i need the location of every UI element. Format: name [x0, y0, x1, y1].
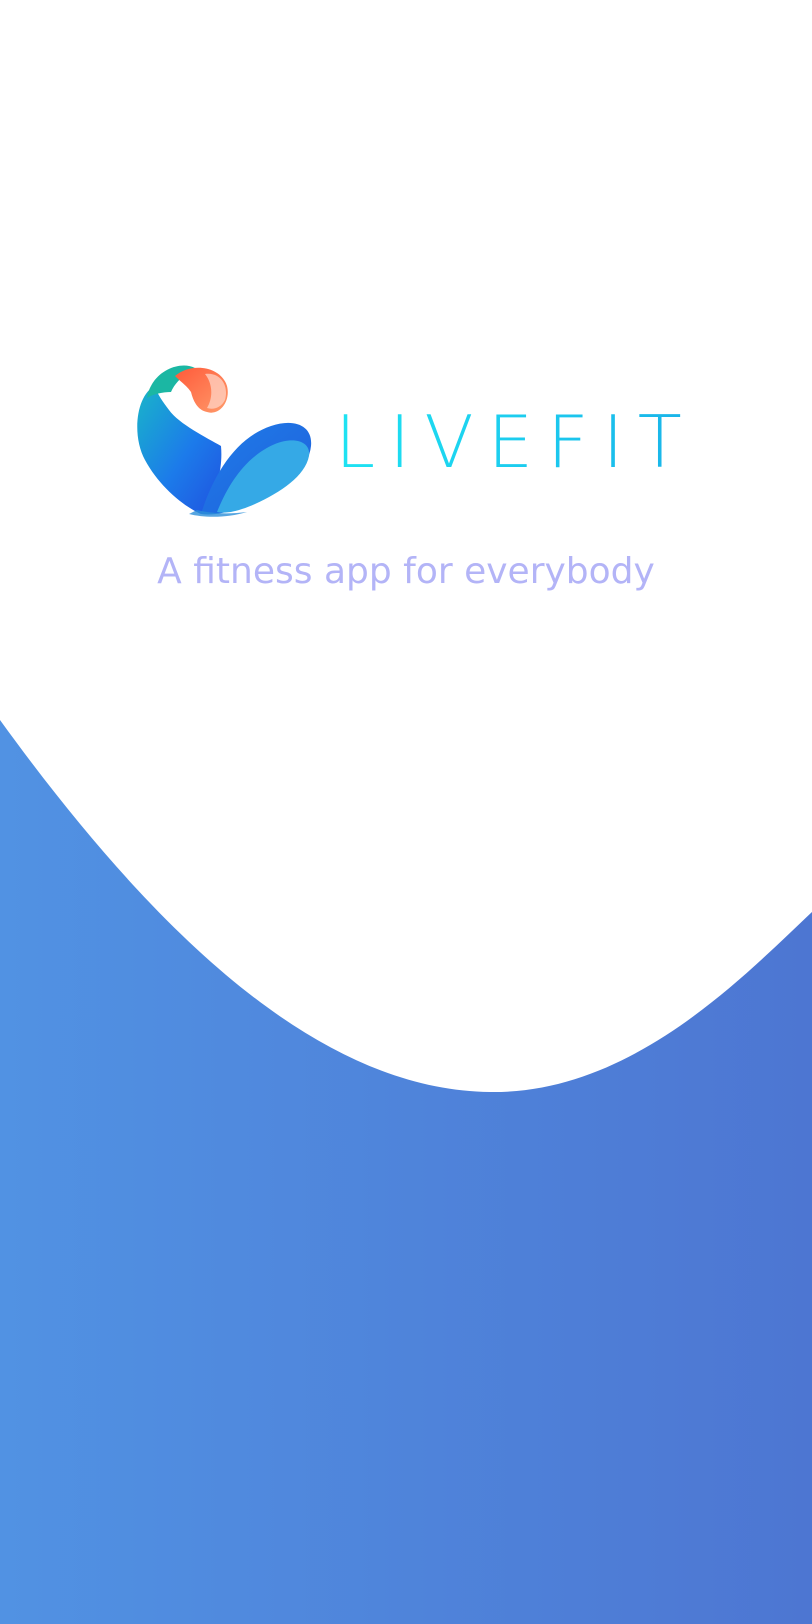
brand-header: LIVEFIT: [135, 364, 682, 524]
background-wave: [0, 720, 812, 1624]
flexed-arm-logo-icon: [137, 365, 312, 517]
app-name-wordmark: LIVEFIT: [335, 400, 696, 484]
splash-screen: LIVEFIT A fitness app for everybody: [0, 0, 812, 1624]
tagline: A fitness app for everybody: [157, 551, 655, 592]
